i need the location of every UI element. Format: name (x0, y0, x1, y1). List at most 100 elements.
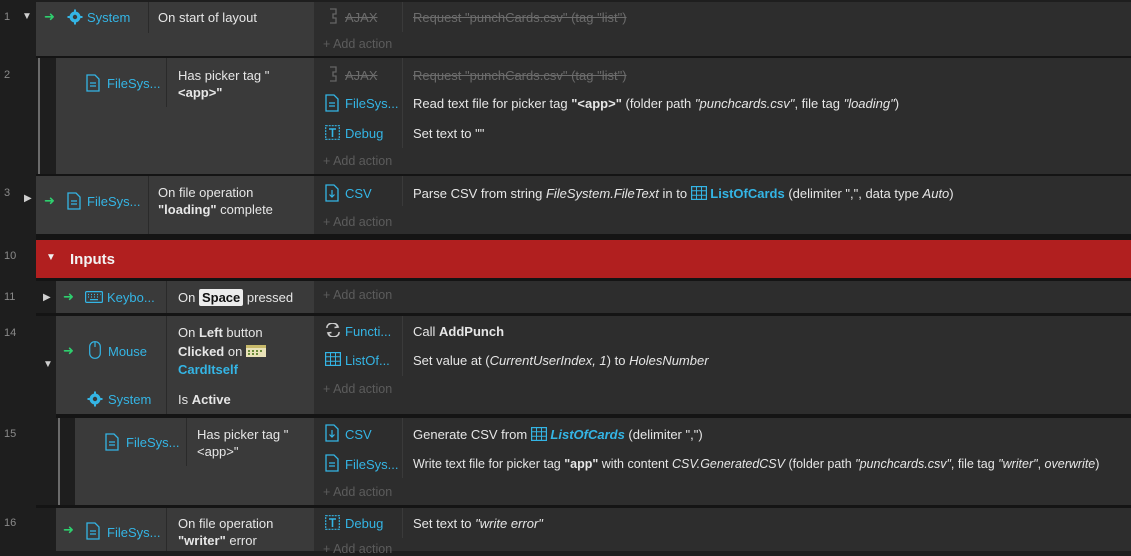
text: , file tag (950, 457, 999, 471)
action-text[interactable]: Set text to "write error" (413, 516, 543, 531)
action-text[interactable]: Call AddPunch (413, 324, 504, 339)
add-action-link[interactable]: + Add action (323, 542, 392, 556)
action-object: AJAX (345, 68, 378, 83)
text: CSV.GeneratedCSV (671, 457, 785, 471)
text: CurrentUserIndex, 1 (489, 353, 607, 368)
add-action-label: Add action (333, 485, 393, 499)
event-2-condition[interactable]: FileSys... Has picker tag " <app>" (56, 58, 314, 107)
add-action-label: Add action (333, 215, 393, 229)
event-15-condition-filler (75, 466, 314, 505)
line-number: 14 (4, 327, 17, 339)
ajax-icon (327, 66, 339, 85)
line-number: 1 (4, 11, 11, 23)
add-action-link[interactable]: + Add action (323, 485, 392, 499)
event-11-condition[interactable]: ➜ Keybo... On Space pressed (56, 281, 314, 313)
add-action-link[interactable]: + Add action (323, 154, 392, 168)
debug-text-icon (325, 125, 340, 143)
text: Call (413, 324, 440, 339)
collapse-toggle-icon[interactable]: ▼ (43, 359, 53, 370)
action-object: ListOf... (345, 353, 390, 368)
action-text[interactable]: Write text file for picker tag "app" wit… (413, 457, 1099, 471)
event-14-actions: Functi... Call AddPunch ListOf... Set va… (314, 316, 1131, 414)
action-object: FileSys... (345, 457, 399, 472)
trigger-arrow-icon: ➜ (63, 289, 74, 304)
trigger-arrow-icon: ➜ (63, 343, 74, 358)
collapse-toggle-icon[interactable]: ▼ (22, 11, 32, 22)
text: in to (658, 186, 691, 201)
array-icon (690, 186, 707, 203)
add-action-link[interactable]: + Add action (323, 382, 392, 396)
event-11-actions: + Add action (314, 281, 1131, 313)
group-inputs-header[interactable]: ▼ Inputs (36, 240, 1131, 278)
event-1-condition-filler (36, 33, 314, 56)
text: with content (598, 457, 672, 471)
text: overwrite (1044, 457, 1096, 471)
text: ) (1095, 457, 1100, 471)
text: Read text file for picker tag (413, 96, 572, 111)
text: pressed (243, 290, 294, 305)
text: ) to (606, 353, 630, 368)
action-text[interactable]: Generate CSV from ListOfCards (delimiter… (413, 427, 703, 444)
line-number: 16 (4, 517, 17, 529)
csv-icon (325, 424, 339, 445)
add-action-label: Add action (333, 382, 393, 396)
sub-event-line (38, 58, 40, 174)
expand-toggle-icon[interactable]: ▶ (24, 193, 32, 204)
text: ListOfCards (550, 427, 625, 442)
text: (delimiter ",", data type (784, 186, 923, 201)
group-title: Inputs (70, 251, 115, 268)
text: Left (198, 325, 223, 340)
text: "punchcards.csv" (855, 457, 951, 471)
file-icon (86, 522, 100, 543)
action-object: AJAX (345, 10, 378, 25)
keyboard-icon (85, 291, 103, 306)
gear-icon (87, 391, 103, 410)
event-3-condition[interactable]: ➜ FileSys... On file operation "loading"… (36, 176, 314, 234)
condition-object: FileSys... (87, 194, 141, 209)
array-icon (530, 427, 547, 444)
array-icon (325, 352, 342, 369)
event-15-actions: CSV Generate CSV from ListOfCards (delim… (314, 418, 1131, 505)
event-2-condition-filler (56, 107, 314, 174)
action-object: Debug (345, 516, 384, 531)
sprite-icon (245, 344, 266, 361)
condition-target: CardItself (178, 362, 238, 377)
action-text[interactable]: Read text file for picker tag "<app>" (f… (413, 96, 899, 111)
event-14-condition-1[interactable]: ➜ Mouse On Left button Clicked on CardIt… (56, 316, 314, 384)
group-collapse-icon[interactable]: ▼ (46, 252, 56, 263)
event-16-condition[interactable]: ➜ FileSys... On file operation "writer" … (56, 508, 314, 551)
action-text[interactable]: Set text to "" (413, 126, 484, 141)
event-2-actions: AJAX Request "punchCards.csv" (tag "list… (314, 58, 1131, 174)
add-action-link[interactable]: + Add action (323, 215, 392, 229)
action-text[interactable]: Request "punchCards.csv" (tag "list") (413, 10, 627, 25)
file-icon (105, 433, 119, 454)
text: "writer" (998, 457, 1038, 471)
add-action-link[interactable]: + Add action (323, 288, 392, 302)
trigger-arrow-icon: ➜ (63, 522, 74, 537)
action-text[interactable]: Request "punchCards.csv" (tag "list") (413, 68, 627, 83)
text: On (178, 325, 199, 340)
line-number: 11 (4, 291, 16, 303)
text: "write error" (475, 516, 543, 531)
text: Parse CSV from string (413, 186, 546, 201)
action-text[interactable]: Set value at (CurrentUserIndex, 1) to Ho… (413, 353, 709, 368)
condition-text: On file operation (158, 185, 254, 200)
text: Active (191, 392, 231, 407)
event-15-condition[interactable]: FileSys... Has picker tag " <app>" (75, 418, 314, 466)
condition-object: Keybo... (107, 290, 155, 305)
text: Auto (922, 186, 950, 201)
ajax-icon (327, 8, 339, 27)
text: Generate CSV from (413, 427, 531, 442)
condition-object: FileSys... (107, 525, 161, 540)
line-number: 15 (4, 428, 17, 440)
condition-text: On file operation (178, 516, 274, 531)
condition-text-bold: <app>" (178, 85, 223, 100)
event-1-condition[interactable]: ➜ System On start of layout (36, 2, 314, 33)
gear-icon (67, 9, 83, 28)
condition-text-2: "writer" error (178, 532, 257, 549)
action-text[interactable]: Parse CSV from string FileSystem.FileTex… (413, 186, 954, 203)
add-action-link[interactable]: + Add action (323, 37, 392, 51)
expand-toggle-icon[interactable]: ▶ (43, 292, 51, 303)
event-14-condition-2[interactable]: System Is Active (56, 384, 314, 414)
action-object: Debug (345, 126, 384, 141)
